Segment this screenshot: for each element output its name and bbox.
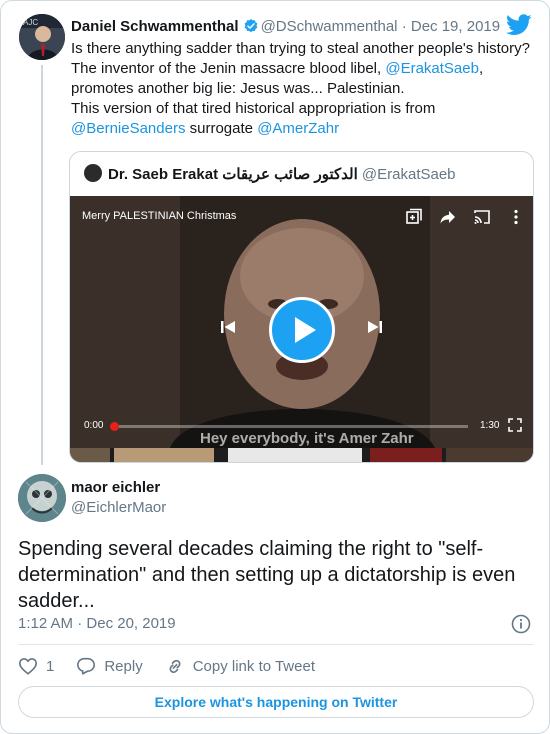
explore-twitter-button[interactable]: Explore what's happening on Twitter: [18, 686, 534, 718]
fullscreen-icon[interactable]: [508, 418, 522, 437]
reply-author-avatar[interactable]: [18, 474, 66, 522]
like-button[interactable]: 1: [18, 657, 54, 675]
quoted-tweet-card[interactable]: Dr. Saeb Erakat الدكتور صائب عريقات @Era…: [69, 151, 534, 463]
add-to-queue-icon[interactable]: [405, 208, 423, 226]
mention-amerzahr[interactable]: @AmerZahr: [257, 120, 339, 137]
video-progress-handle[interactable]: [110, 422, 119, 431]
parent-text-segment: The inventor of the Jenin massacre blood…: [71, 60, 386, 77]
quoted-author-name[interactable]: Dr. Saeb Erakat الدكتور صائب عريقات: [108, 166, 358, 183]
svg-text:AJC: AJC: [23, 18, 38, 27]
cast-icon[interactable]: [473, 208, 491, 226]
share-icon[interactable]: [439, 208, 457, 226]
parent-author-handle[interactable]: @DSchwammenthal: [261, 18, 398, 35]
copy-link-label: Copy link to Tweet: [192, 657, 315, 675]
reply-author-name[interactable]: maor eichler: [71, 479, 160, 496]
parent-text-segment: surrogate: [185, 120, 258, 137]
reply-button[interactable]: Reply: [76, 657, 143, 675]
reply-tweet-text: Spending several decades claiming the ri…: [18, 538, 516, 612]
info-icon[interactable]: [511, 614, 531, 639]
parent-tweet-date[interactable]: Dec 19, 2019: [411, 18, 500, 35]
next-track-icon[interactable]: [367, 319, 383, 340]
actions-divider: [18, 644, 534, 645]
thread-connector-line: [41, 65, 43, 465]
copy-link-button[interactable]: Copy link to Tweet: [165, 657, 315, 675]
parent-text-line-1: Is there anything sadder than trying to …: [71, 40, 530, 57]
reply-tweet-meta: 1:12 AM · Dec 20, 2019: [18, 615, 176, 632]
parent-author-avatar[interactable]: AJC: [19, 14, 65, 60]
tweet-actions: 1 Reply Copy link to Tweet: [18, 655, 337, 677]
parent-tweet-header: Daniel Schwammenthal @DSchwammenthal · De…: [71, 17, 500, 40]
video-top-controls: [405, 208, 525, 226]
embedded-tweet-card: AJC Daniel Schwammenthal @DSchwammenthal …: [0, 0, 550, 734]
mention-berniesanders[interactable]: @BernieSanders: [71, 120, 185, 137]
parent-author-name[interactable]: Daniel Schwammenthal: [71, 18, 239, 35]
video-caption: Hey everybody, it's Amer Zahr: [200, 430, 414, 447]
twitter-bird-icon[interactable]: [506, 14, 532, 41]
heart-icon: [18, 658, 38, 675]
reply-label: Reply: [104, 657, 143, 675]
video-title: Merry PALESTINIAN Christmas: [82, 210, 237, 222]
parent-text-line-4: This version of that tired historical ap…: [71, 100, 436, 117]
play-button[interactable]: [269, 297, 335, 363]
parent-tweet-text: Is there anything sadder than trying to …: [71, 39, 541, 139]
video-player[interactable]: Merry PALESTINIAN Christmas Hey everybod…: [70, 196, 533, 448]
more-options-icon[interactable]: [507, 208, 525, 226]
reply-separator: ·: [77, 615, 83, 632]
quoted-author-handle[interactable]: @ErakatSaeb: [362, 166, 456, 183]
mention-erakatsaeb[interactable]: @ErakatSaeb: [385, 60, 479, 77]
link-icon: [169, 659, 181, 673]
reply-tweet-time[interactable]: 1:12 AM: [18, 615, 73, 632]
reply-tweet-date[interactable]: Dec 20, 2019: [86, 615, 175, 632]
reply-author-handle[interactable]: @EichlerMaor: [71, 499, 166, 516]
verified-badge-icon: [243, 18, 259, 40]
like-count: 1: [46, 657, 55, 675]
parent-separator: ·: [401, 18, 407, 35]
parent-text-line-2: The inventor of the Jenin massacre blood…: [71, 59, 541, 79]
parent-text-segment: ,: [478, 60, 484, 77]
video-current-time: 0:00: [84, 420, 104, 431]
quoted-tweet-header: Dr. Saeb Erakat الدكتور صائب عريقات @Era…: [84, 164, 456, 185]
parent-text-line-3: promotes another big lie: Jesus was... P…: [71, 80, 405, 97]
parent-text-line-5: @BernieSanders surrogate @AmerZahr: [71, 119, 541, 139]
video-progress-track[interactable]: [114, 425, 468, 428]
video-thumbnail-strip: [70, 448, 533, 462]
video-duration: 1:30: [480, 420, 500, 431]
speech-bubble-icon: [77, 657, 96, 675]
previous-track-icon[interactable]: [220, 319, 236, 340]
quoted-author-avatar: [84, 164, 102, 182]
